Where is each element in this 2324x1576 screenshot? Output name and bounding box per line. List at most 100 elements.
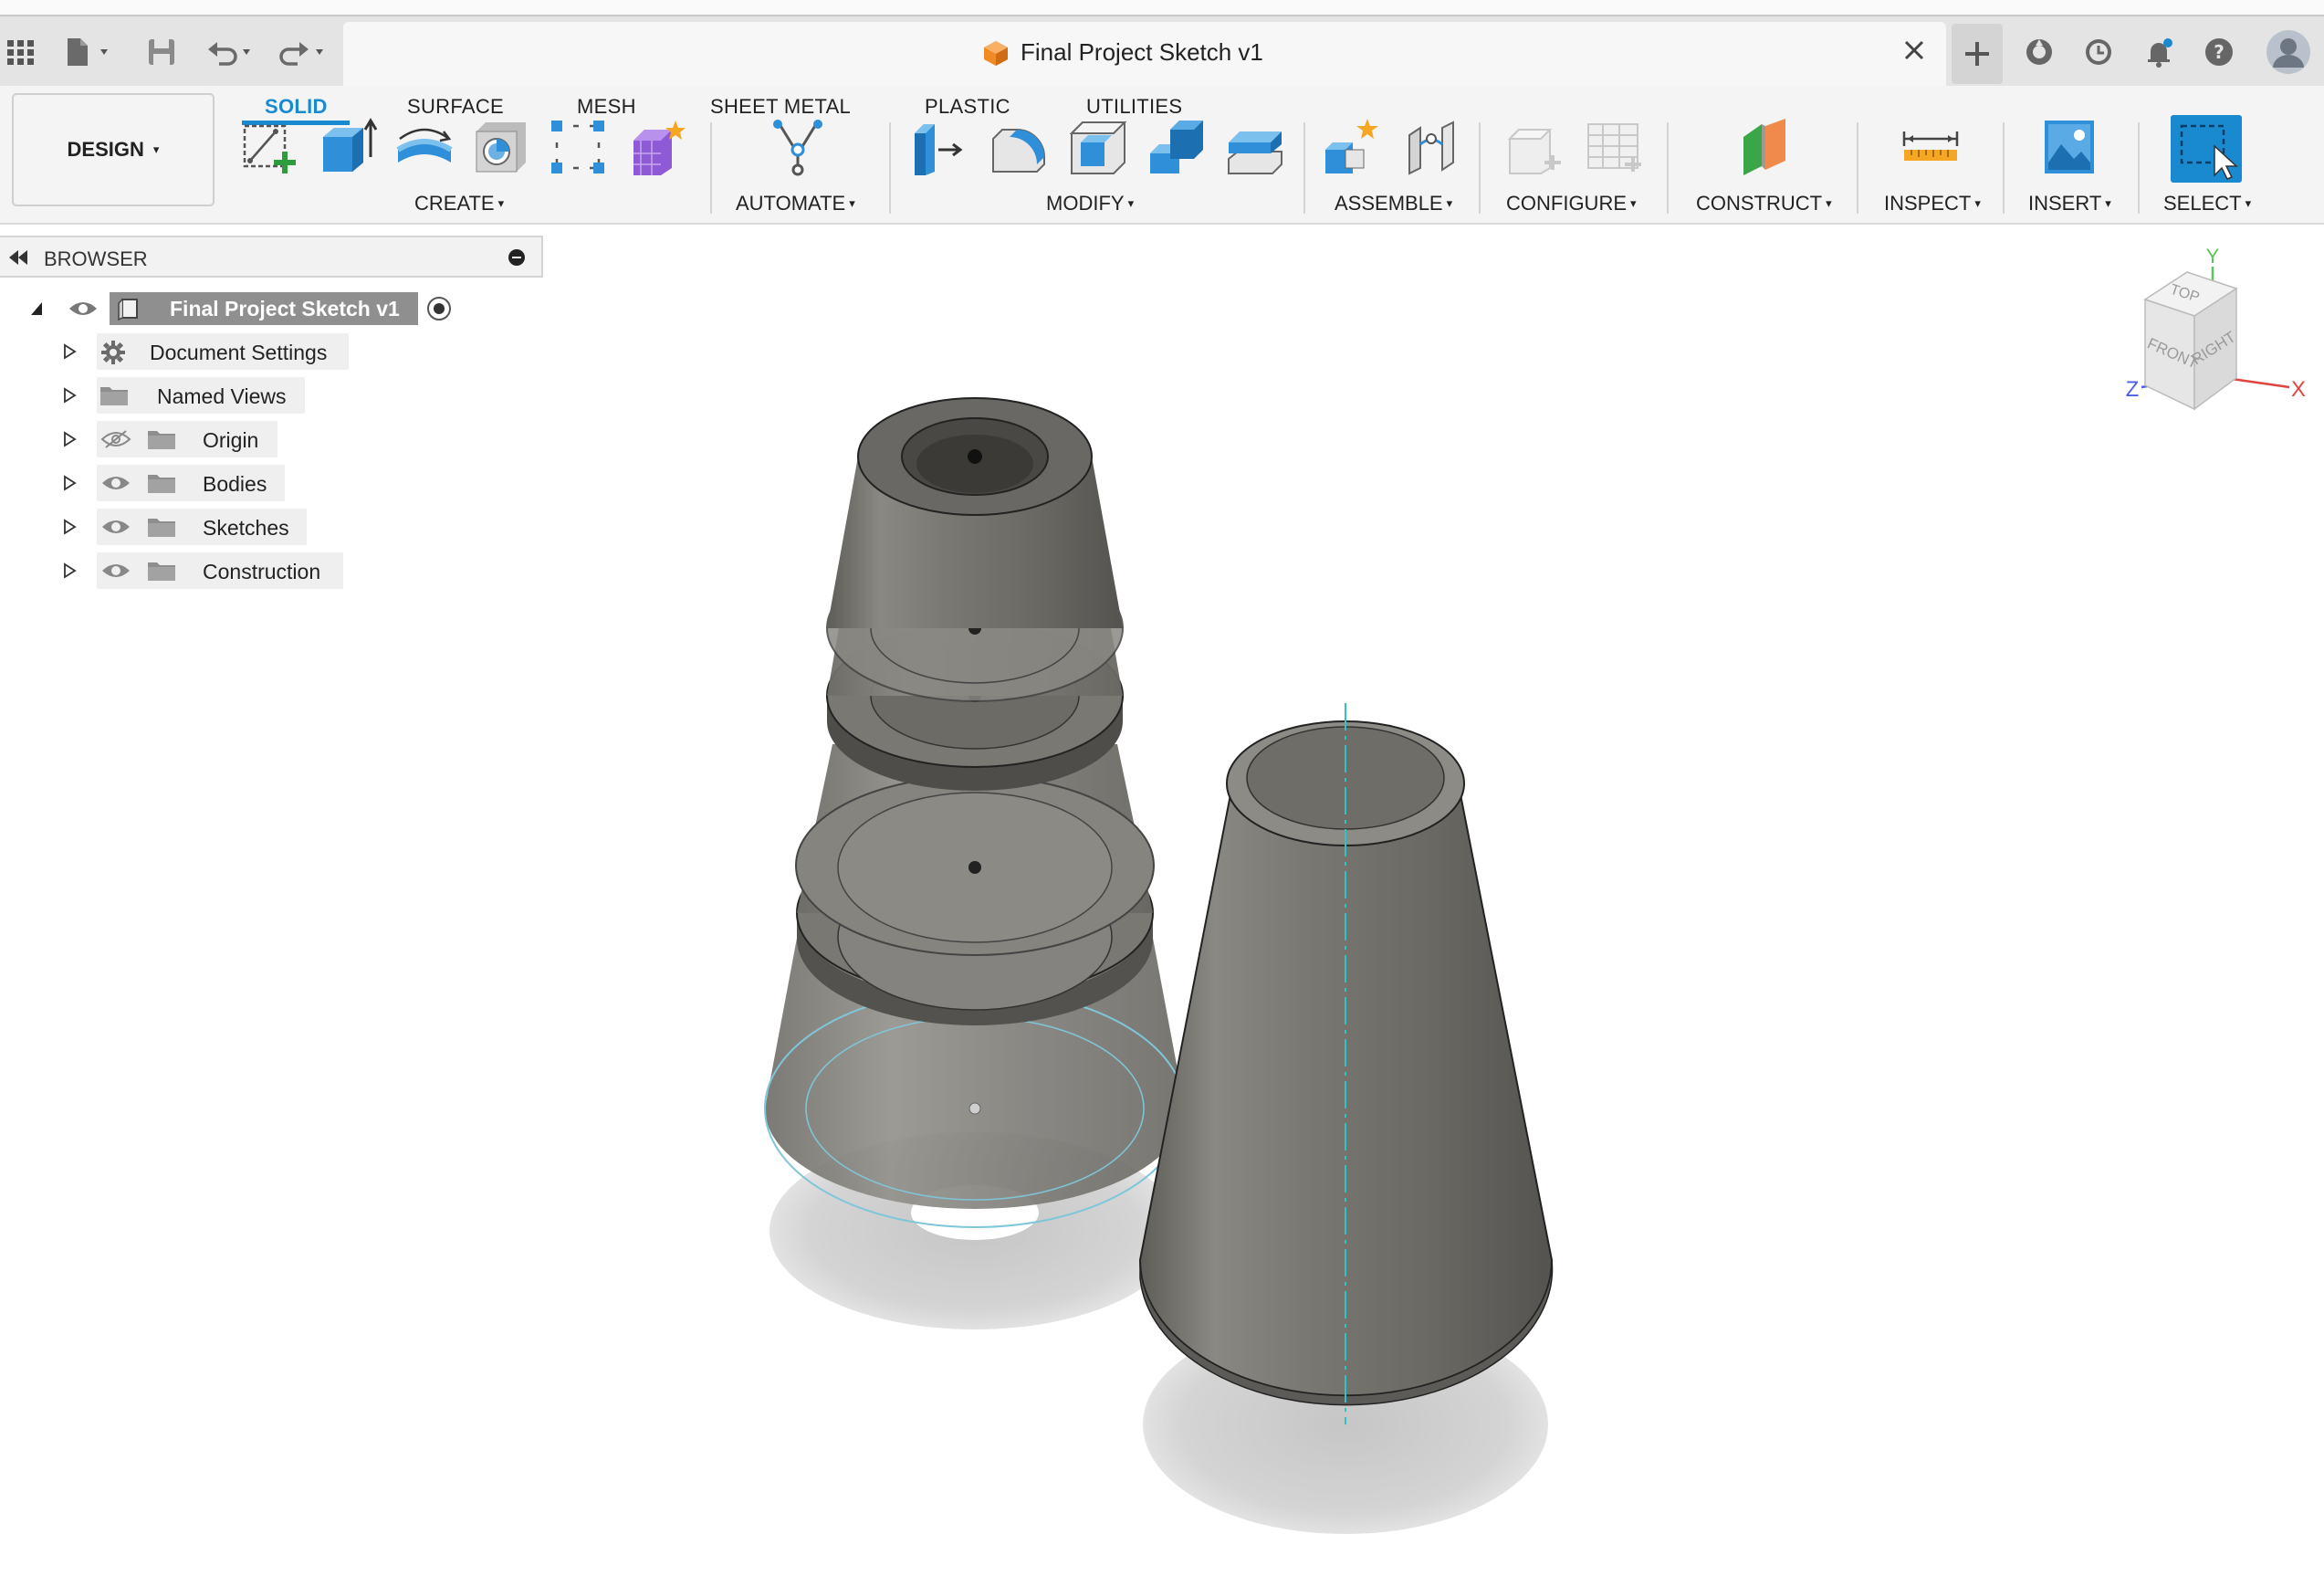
folder-icon (148, 519, 175, 537)
expand-icon[interactable] (62, 562, 77, 579)
browser-item-label: Origin (203, 428, 259, 452)
stacked-cone-body[interactable] (764, 397, 1186, 1329)
axis-x-label: X (2291, 377, 2306, 402)
expand-icon[interactable] (62, 519, 77, 535)
app-grid-icon[interactable] (5, 37, 37, 68)
job-status-icon[interactable] (2083, 37, 2114, 68)
fillet-icon[interactable] (989, 117, 1050, 177)
automate-menu[interactable]: AUTOMATE ▾ (736, 192, 855, 215)
close-tab-icon[interactable] (1900, 37, 1928, 64)
visibility-eye-icon[interactable] (100, 561, 131, 581)
document-title: Final Project Sketch v1 (982, 38, 1263, 67)
notifications-icon[interactable] (2143, 37, 2174, 68)
collapse-browser-icon[interactable] (7, 248, 29, 267)
folder-icon (148, 562, 175, 581)
insert-image-icon[interactable] (2039, 117, 2099, 177)
configure-icon[interactable] (1504, 117, 1565, 177)
create-menu[interactable]: CREATE ▾ (414, 192, 504, 215)
configure-menu[interactable]: CONFIGURE ▾ (1506, 192, 1637, 215)
chevron-down-icon: ▾ (1446, 196, 1453, 210)
solid-cone-body[interactable] (1138, 703, 1554, 1534)
chevron-down-icon: ▾ (1974, 196, 1981, 210)
assemble-menu[interactable]: ASSEMBLE ▾ (1335, 192, 1452, 215)
document-tab[interactable]: Final Project Sketch v1 (343, 22, 1946, 86)
chevron-down-icon: ▾ (1127, 196, 1135, 210)
3d-viewport[interactable] (0, 223, 2324, 1576)
help-icon[interactable]: ? (2204, 37, 2235, 68)
pattern-icon[interactable] (548, 117, 608, 177)
shell-icon[interactable] (1068, 117, 1128, 177)
create-sketch-icon[interactable] (239, 117, 299, 177)
chevron-down-icon: ▾ (2105, 196, 2111, 210)
configuration-table-icon[interactable] (1583, 117, 1643, 177)
workspace-label: DESIGN (67, 138, 144, 161)
undo-icon[interactable] (206, 37, 261, 68)
new-component-icon[interactable] (1322, 117, 1382, 177)
select-menu[interactable]: SELECT ▾ (2163, 192, 2251, 215)
tab-plastic[interactable]: PLASTIC (925, 95, 1010, 119)
component-icon (118, 299, 138, 321)
visibility-eye-icon[interactable] (100, 473, 131, 493)
toolbar-ribbon: DESIGN ▾ SOLID SURFACE MESH SHEET METAL … (0, 86, 2324, 225)
browser-header: BROWSER (0, 236, 543, 278)
tab-utilities[interactable]: UTILITIES (1086, 95, 1182, 119)
extrude-icon[interactable] (318, 117, 378, 177)
replace-face-icon[interactable] (1225, 117, 1285, 177)
file-menu-icon[interactable] (64, 37, 120, 68)
browser-item-label: Sketches (203, 516, 289, 540)
chevron-down-icon: ▾ (1826, 196, 1832, 210)
construct-label: CONSTRUCT (1696, 192, 1823, 215)
create-form-icon[interactable] (628, 117, 688, 177)
tab-mesh[interactable]: MESH (577, 95, 636, 119)
hole-icon[interactable] (471, 117, 531, 177)
separator (1303, 122, 1305, 214)
minimize-browser-icon[interactable] (508, 249, 525, 266)
inspect-menu[interactable]: INSPECT ▾ (1884, 192, 1981, 215)
activate-radio-icon[interactable] (425, 295, 453, 322)
save-icon[interactable] (146, 37, 177, 68)
data-panel-icon[interactable] (2024, 37, 2055, 68)
tab-solid[interactable]: SOLID (265, 95, 328, 119)
combine-icon[interactable] (1146, 117, 1207, 177)
insert-menu[interactable]: INSERT ▾ (2028, 192, 2111, 215)
insert-label: INSERT (2028, 192, 2102, 215)
new-tab-button[interactable] (1952, 24, 2003, 84)
tab-surface[interactable]: SURFACE (407, 95, 504, 119)
visibility-eye-icon[interactable] (100, 517, 131, 537)
document-title-text: Final Project Sketch v1 (1021, 38, 1263, 66)
chevron-down-icon: ▾ (1630, 196, 1637, 210)
press-pull-icon[interactable] (911, 117, 971, 177)
automate-icon[interactable] (769, 117, 829, 177)
svg-text:?: ? (2214, 41, 2225, 63)
redo-icon[interactable] (276, 37, 330, 68)
inspect-label: INSPECT (1884, 192, 1972, 215)
revolve-icon[interactable] (394, 117, 455, 177)
folder-icon (148, 431, 175, 449)
construct-menu[interactable]: CONSTRUCT ▾ (1696, 192, 1832, 215)
visibility-hidden-icon[interactable] (100, 429, 131, 449)
axis-y-label: Y (2206, 245, 2220, 268)
separator (1479, 122, 1481, 214)
visibility-eye-icon[interactable] (68, 299, 99, 319)
expand-icon[interactable] (62, 343, 77, 360)
expand-icon[interactable] (62, 475, 77, 491)
workspace-switcher[interactable]: DESIGN ▾ (12, 93, 215, 206)
measure-icon[interactable] (1900, 117, 1961, 177)
avatar[interactable] (2266, 29, 2311, 75)
tab-sheet-metal[interactable]: SHEET METAL (710, 95, 851, 119)
chevron-down-icon: ▾ (497, 196, 505, 210)
title-bar: Final Project Sketch v1 ? (0, 16, 2324, 86)
collapse-root-icon[interactable] (29, 300, 44, 317)
root-component-label: Final Project Sketch v1 (170, 297, 400, 320)
assemble-label: ASSEMBLE (1335, 192, 1443, 215)
expand-icon[interactable] (62, 431, 77, 447)
construct-plane-icon[interactable] (1734, 117, 1795, 177)
configure-label: CONFIGURE (1506, 192, 1627, 215)
select-button[interactable] (2171, 115, 2242, 183)
chevron-down-icon: ▾ (2245, 196, 2252, 210)
modify-menu[interactable]: MODIFY ▾ (1046, 192, 1134, 215)
view-cube[interactable]: Y Z X TOP FRONT RIGHT (2116, 239, 2317, 440)
expand-icon[interactable] (62, 387, 77, 404)
design-file-icon (984, 40, 1008, 66)
joint-icon[interactable] (1402, 117, 1462, 177)
